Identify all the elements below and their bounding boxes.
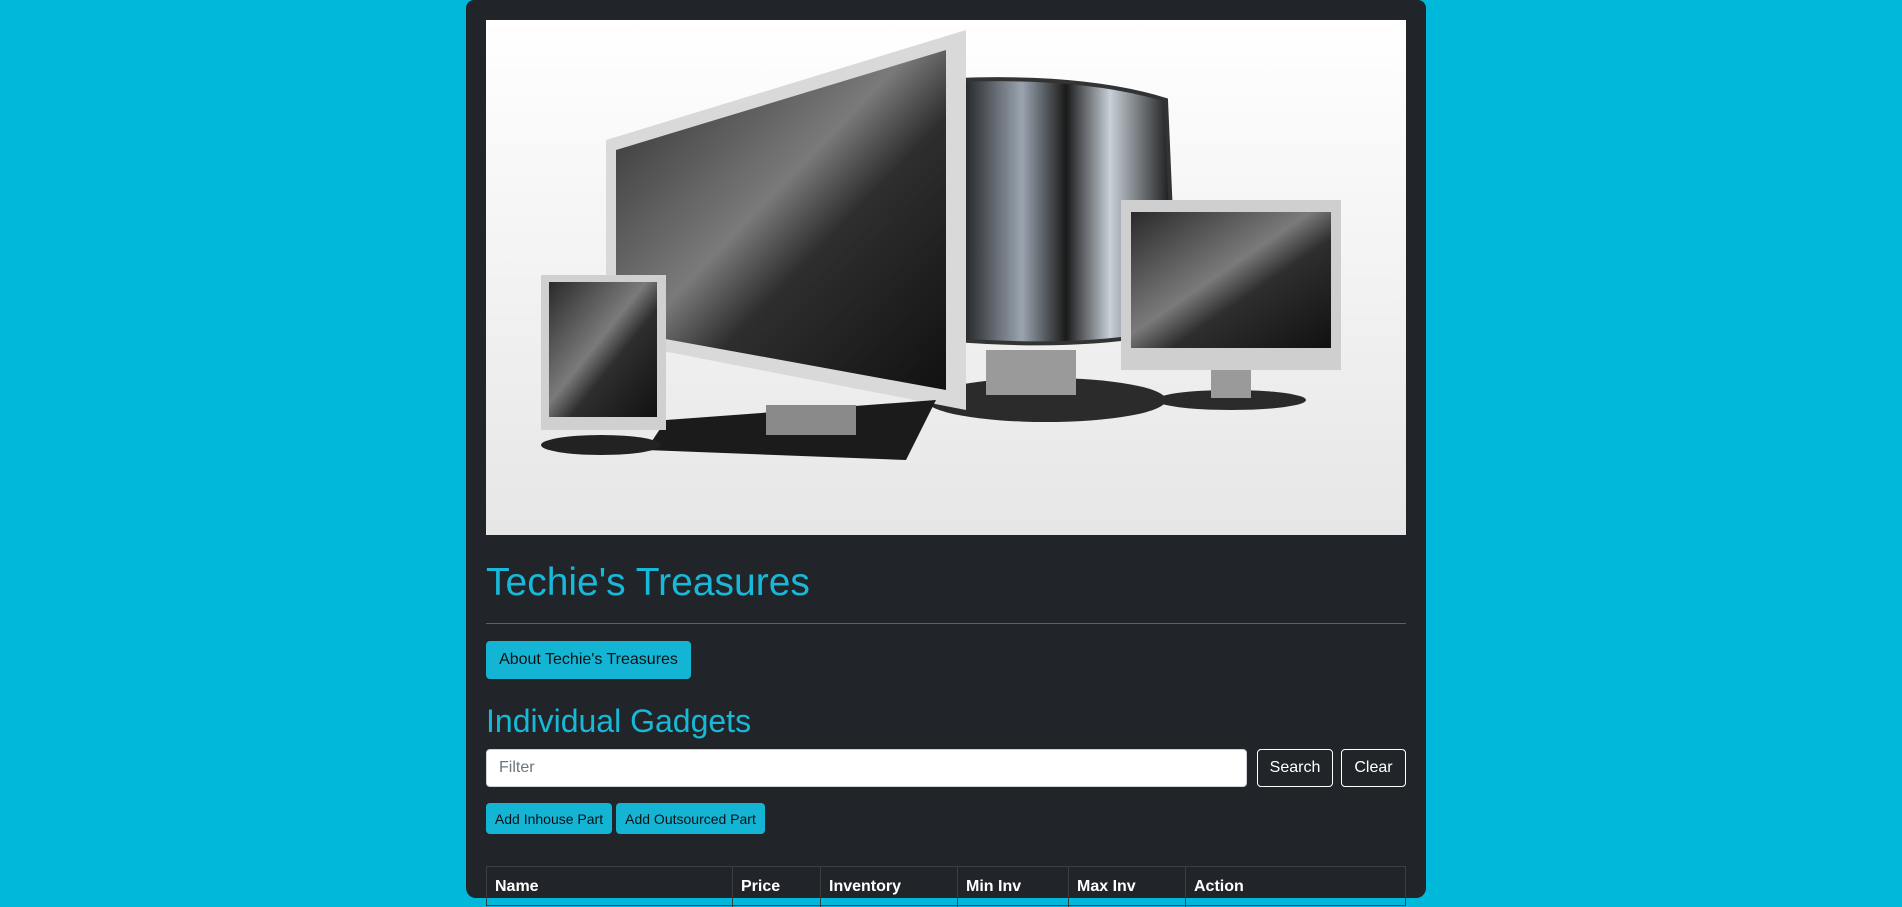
section-heading: Individual Gadgets — [486, 703, 752, 739]
monitors-illustration — [486, 20, 1406, 535]
column-header-action: Action — [1194, 878, 1244, 895]
about-button[interactable]: About Techie's Treasures — [486, 641, 691, 679]
clear-button[interactable]: Clear — [1341, 749, 1406, 787]
column-header-min-inv: Min Inv — [958, 867, 1069, 907]
main-card: Techie's Treasures About Techie's Treasu… — [466, 0, 1426, 907]
add-inhouse-part-button[interactable]: Add Inhouse Part — [486, 803, 612, 834]
hero-image — [486, 20, 1406, 535]
search-button[interactable]: Search — [1257, 749, 1333, 787]
column-header-price: Price — [733, 867, 821, 907]
add-outsourced-part-button[interactable]: Add Outsourced Part — [616, 803, 765, 834]
parts-table: Name Price Inventory Min Inv Max Inv Act… — [486, 866, 1406, 907]
site-title: Techie's Treasures — [486, 561, 810, 604]
column-header-name: Name — [487, 867, 733, 907]
column-header-max-inv: Max Inv — [1069, 867, 1186, 907]
column-header-inventory: Inventory — [821, 867, 958, 907]
filter-input[interactable] — [486, 749, 1247, 787]
divider — [486, 623, 1406, 624]
